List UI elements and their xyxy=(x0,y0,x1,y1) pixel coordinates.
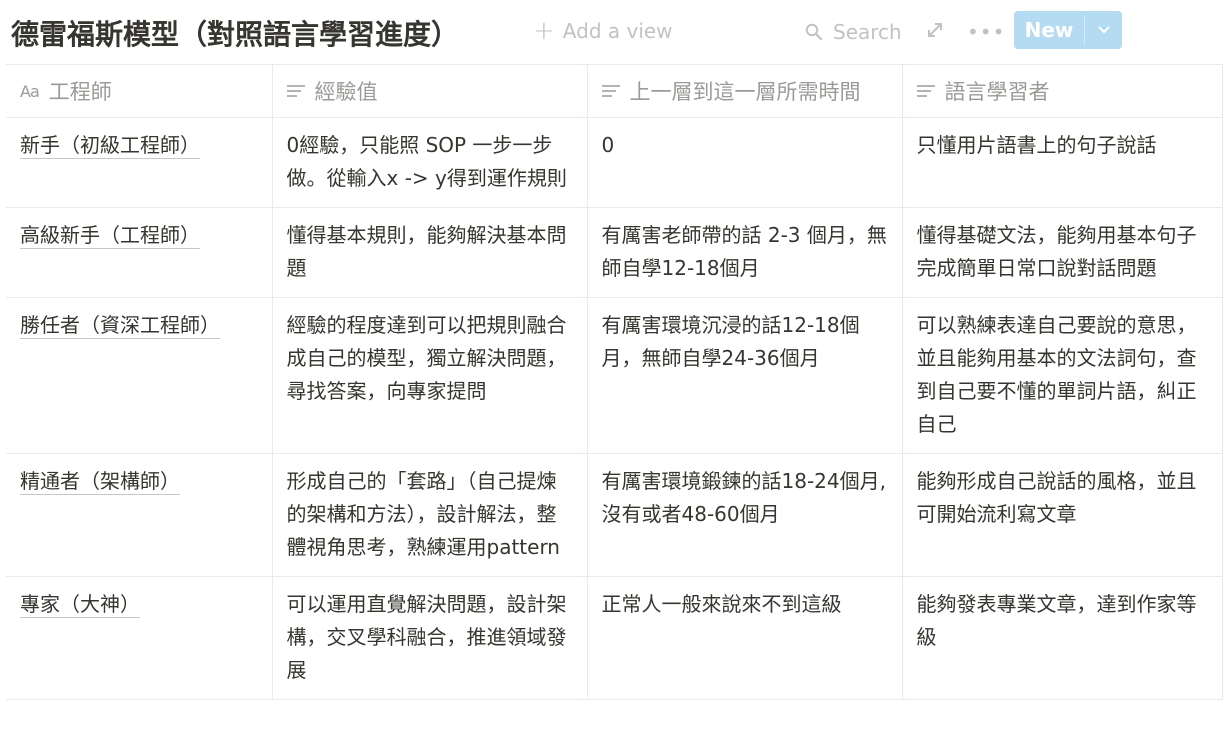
title-cell[interactable]: 高級新手（工程師） xyxy=(6,207,273,298)
learner-cell[interactable]: 只懂用片語書上的句子說話 xyxy=(901,117,1223,208)
experience-cell[interactable]: 懂得基本規則，能夠解決基本問題 xyxy=(271,207,588,298)
row-title[interactable]: 精通者（架構師） xyxy=(20,469,180,495)
column-header-engineer[interactable]: Aa 工程師 xyxy=(6,64,273,118)
title-cell[interactable]: 勝任者（資深工程師） xyxy=(6,297,273,454)
chevron-down-icon xyxy=(1097,26,1110,34)
plus-icon: + xyxy=(533,16,555,46)
more-options-icon[interactable]: ••• xyxy=(967,20,1005,44)
table-row[interactable]: 勝任者（資深工程師） 經驗的程度達到可以把規則融合成自己的模型，獨立解決問題，尋… xyxy=(6,297,1223,454)
title-cell[interactable]: 專家（大神） xyxy=(6,576,273,700)
row-title[interactable]: 新手（初級工程師） xyxy=(20,133,200,159)
learner-cell[interactable]: 懂得基礎文法，能夠用基本句子完成簡單日常口說對話問題 xyxy=(901,207,1223,298)
column-header-learner[interactable]: 語言學習者 xyxy=(901,64,1223,118)
search-icon xyxy=(805,23,823,41)
learner-cell[interactable]: 可以熟練表達自己要說的意思，並且能夠用基本的文法詞句，查到自己要不懂的單詞片語，… xyxy=(901,297,1223,454)
time-cell[interactable]: 有厲害環境沉浸的話12-18個月，無師自學24-36個月 xyxy=(586,297,903,454)
experience-cell[interactable]: 可以運用直覺解決問題，設計架構，交叉學科融合，推進領域發展 xyxy=(271,576,588,700)
column-header-label: 語言學習者 xyxy=(944,80,1050,104)
search-label: Search xyxy=(833,20,902,44)
text-property-icon: Aa xyxy=(20,81,40,101)
time-cell[interactable]: 有厲害老師帶的話 2-3 個月，無師自學12-18個月 xyxy=(586,207,903,298)
row-title[interactable]: 勝任者（資深工程師） xyxy=(20,313,220,339)
new-dropdown-button[interactable] xyxy=(1085,11,1122,49)
time-cell[interactable]: 有厲害環境鍛鍊的話18-24個月, 沒有或者48-60個月 xyxy=(586,453,903,577)
experience-cell[interactable]: 形成自己的「套路」（自己提煉的架構和方法），設計解法，整體視角思考，熟練運用pa… xyxy=(271,453,588,577)
text-lines-icon xyxy=(286,85,305,97)
database-table: Aa 工程師 經驗值 上一層到這一層所需時間 語言學習者 新手（初級工程師） 0… xyxy=(6,64,1223,700)
row-title[interactable]: 高級新手（工程師） xyxy=(20,223,200,249)
title-cell[interactable]: 新手（初級工程師） xyxy=(6,117,273,208)
text-lines-icon xyxy=(916,85,935,97)
new-button-label[interactable]: New xyxy=(1014,11,1084,49)
learner-cell[interactable]: 能夠發表專業文章，達到作家等級 xyxy=(901,576,1223,700)
header-row: Aa 工程師 經驗值 上一層到這一層所需時間 語言學習者 xyxy=(6,64,1223,118)
time-cell[interactable]: 0 xyxy=(586,117,903,208)
page-title[interactable]: 德雷福斯模型（對照語言學習進度） xyxy=(11,13,459,53)
table-row[interactable]: 專家（大神） 可以運用直覺解決問題，設計架構，交叉學科融合，推進領域發展 正常人… xyxy=(6,576,1223,700)
text-lines-icon xyxy=(601,85,620,97)
new-button[interactable]: New xyxy=(1014,11,1122,49)
table-row[interactable]: 精通者（架構師） 形成自己的「套路」（自己提煉的架構和方法），設計解法，整體視角… xyxy=(6,453,1223,577)
title-cell[interactable]: 精通者（架構師） xyxy=(6,453,273,577)
learner-cell[interactable]: 能夠形成自己說話的風格，並且可開始流利寫文章 xyxy=(901,453,1223,577)
column-header-label: 上一層到這一層所需時間 xyxy=(629,80,861,104)
top-bar: 德雷福斯模型（對照語言學習進度） + Add a view Search •••… xyxy=(0,0,1224,64)
column-header-label: 經驗值 xyxy=(314,80,378,104)
experience-cell[interactable]: 經驗的程度達到可以把規則融合成自己的模型，獨立解決問題，尋找答案，向專家提問 xyxy=(271,297,588,454)
time-cell[interactable]: 正常人一般來說來不到這級 xyxy=(586,576,903,700)
search-button[interactable]: Search xyxy=(805,20,902,44)
table-row[interactable]: 新手（初級工程師） 0經驗，只能照 SOP 一步一步做。從輸入x -> y得到運… xyxy=(6,117,1223,208)
experience-cell[interactable]: 0經驗，只能照 SOP 一步一步做。從輸入x -> y得到運作規則 xyxy=(271,117,588,208)
add-view-button[interactable]: + Add a view xyxy=(533,16,673,46)
expand-icon[interactable] xyxy=(925,20,945,40)
row-title[interactable]: 專家（大神） xyxy=(20,592,140,618)
table-row[interactable]: 高級新手（工程師） 懂得基本規則，能夠解決基本問題 有厲害老師帶的話 2-3 個… xyxy=(6,207,1223,298)
column-header-experience[interactable]: 經驗值 xyxy=(271,64,588,118)
column-header-label: 工程師 xyxy=(48,80,112,104)
add-view-label: Add a view xyxy=(562,19,673,43)
column-header-time[interactable]: 上一層到這一層所需時間 xyxy=(586,64,903,118)
